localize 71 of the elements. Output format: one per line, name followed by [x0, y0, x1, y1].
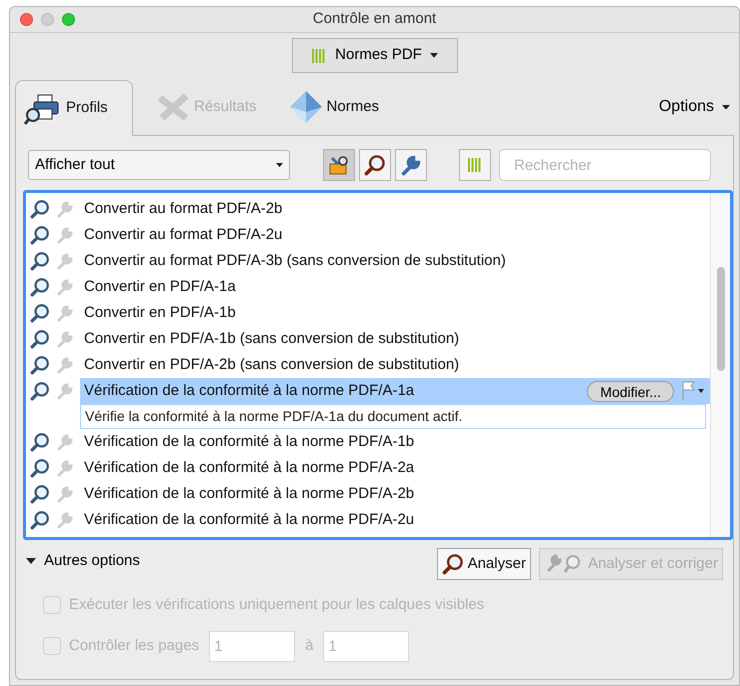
tab[interactable]: Normes [280, 79, 388, 135]
wrench-icon [56, 382, 74, 400]
range-separator: à [305, 636, 314, 656]
magnifier-icon [30, 303, 50, 323]
list-item[interactable]: Convertir au format PDF/A-2b [80, 196, 710, 222]
magnifier-icon [30, 484, 50, 504]
library-dropdown[interactable]: Normes PDF [292, 38, 458, 73]
zoom-button[interactable] [62, 13, 75, 26]
list-item[interactable]: Convertir au format PDF/A-2u [80, 222, 710, 248]
toolbox-icon [328, 154, 350, 176]
wrench-icon [56, 304, 74, 322]
wrench-icon [56, 200, 74, 218]
wrench-icon [56, 485, 74, 503]
magnifier-icon [30, 329, 50, 349]
close-button[interactable] [20, 13, 33, 26]
list-item[interactable]: Vérification de la conformité à la norme PDF/A-1b [80, 429, 710, 455]
list-item[interactable]: Vérification de la conformité à la norme PDF/A-2u [80, 507, 710, 533]
toolbar-toggle[interactable] [395, 149, 427, 181]
list-item[interactable]: Convertir au format PDF/A-3b (sans conversion de substitution) [80, 248, 710, 274]
magnifier-icon [364, 154, 386, 176]
cross-icon [156, 92, 190, 122]
wrench-icon [56, 252, 74, 270]
magnifier-icon [30, 225, 50, 245]
checkbox-label: Exécuter les vérifications uniquement pour les calques visibles [69, 595, 484, 615]
tab[interactable]: Profils [15, 80, 133, 136]
wrench-icon [56, 511, 74, 529]
magnifier-icon [30, 199, 50, 219]
caret-icon [276, 162, 283, 168]
scrollbar[interactable] [710, 193, 730, 537]
flag-icon[interactable] [680, 380, 706, 402]
magnifier-icon [30, 355, 50, 375]
list-item[interactable]: Convertir en PDF/A-2b (sans conversion de substitution) [80, 352, 710, 378]
analyze-button[interactable]: Analyser [436, 548, 531, 580]
caret-icon [722, 104, 730, 110]
magnifier-icon [30, 458, 50, 478]
filter-dropdown[interactable]: Afficher tout [28, 150, 290, 180]
magnifier-icon [30, 251, 50, 271]
list-item[interactable]: Vérification de la conformité à la norme PDF/A-1a Modifier... [80, 378, 710, 404]
magnifier-icon [30, 432, 50, 452]
search-field[interactable]: Rechercher [499, 149, 711, 181]
toolbar-toggle[interactable] [323, 149, 355, 181]
window-title: Contrôle en amont [312, 9, 436, 30]
caret-icon [430, 53, 438, 58]
magnifier-icon [30, 277, 50, 297]
magnifier-icon [30, 510, 50, 530]
diamond-icon [288, 90, 323, 124]
list-item[interactable]: Convertir en PDF/A-1b (sans conversion de substitution) [80, 326, 710, 352]
wrench-icon [56, 433, 74, 451]
wrench-icon [56, 330, 74, 348]
list-item[interactable]: Convertir en PDF/A-1a [80, 274, 710, 300]
wrench-icon [400, 154, 422, 176]
item-description: Vérifie la conformité à la norme PDF/A-1a du document actif. [80, 404, 706, 429]
wrench-icon [56, 459, 74, 477]
magnifier-icon [442, 553, 464, 575]
toolbar-toggle[interactable] [359, 149, 391, 181]
bars-icon [467, 157, 483, 173]
triangle-icon [26, 556, 36, 566]
bars-icon [311, 48, 328, 64]
disclosure-toggle[interactable]: Autres options [26, 550, 140, 572]
list-item[interactable]: Vérification de la conformité à la norme PDF/A-2a [80, 455, 710, 481]
wrench-icon [56, 278, 74, 296]
minimize-button[interactable] [41, 13, 54, 26]
list-item[interactable]: Vérification de la conformité à la norme PDF/A-2b [80, 481, 710, 507]
wrench-icon [56, 356, 74, 374]
edit-button[interactable]: Modifier... [587, 380, 674, 402]
wrench-icon [56, 226, 74, 244]
checkbox-label: Contrôler les pages [69, 636, 200, 656]
magnifier-icon [30, 381, 50, 401]
library-button[interactable] [459, 149, 491, 181]
list-item[interactable]: Convertir en PDF/A-1b [80, 300, 710, 326]
options-menu[interactable]: Options [658, 95, 730, 119]
